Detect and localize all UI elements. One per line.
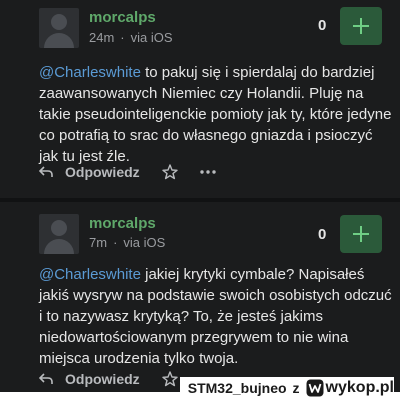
meta-separator: · <box>120 30 125 45</box>
watermark-author: STM32_bujneo <box>187 380 287 396</box>
avatar-placeholder-icon <box>51 14 67 30</box>
meta-separator: · <box>113 235 118 250</box>
upvote-button[interactable] <box>340 215 382 253</box>
comment-meta: 7m · via iOS <box>89 235 165 250</box>
avatar[interactable] <box>39 8 79 48</box>
comment-actions: Odpowiedz <box>39 164 216 180</box>
comment-time[interactable]: 24m <box>89 30 114 45</box>
wykop-logo: wykop.pl <box>306 379 394 397</box>
comment-body: @Charleswhite jakiej krytyki cymbale? Na… <box>39 264 394 369</box>
comment-source: via iOS <box>123 235 166 250</box>
watermark-via: z <box>292 380 300 396</box>
mention-link[interactable]: @Charleswhite <box>39 266 141 283</box>
wykop-logo-icon <box>306 379 324 397</box>
avatar-placeholder-icon <box>51 220 67 236</box>
comment-body: @Charleswhite to pakuj się i spierdalaj … <box>39 62 394 167</box>
comment-time[interactable]: 7m <box>89 235 107 250</box>
watermark-site: wykop.pl <box>325 379 394 396</box>
wykop-watermark: STM32_bujneo z wykop.pl <box>179 377 394 399</box>
comment-meta: 24m · via iOS <box>89 30 173 45</box>
star-icon[interactable] <box>161 371 178 387</box>
more-icon[interactable] <box>199 170 216 174</box>
reply-icon[interactable] <box>39 166 53 178</box>
reply-button[interactable]: Odpowiedz <box>65 164 140 180</box>
reply-icon[interactable] <box>39 373 53 385</box>
mention-link[interactable]: @Charleswhite <box>39 64 141 81</box>
vote-count: 0 <box>318 226 327 243</box>
vote-count: 0 <box>318 17 327 34</box>
avatar[interactable] <box>39 214 79 254</box>
comment-username[interactable]: morcalps <box>89 215 156 232</box>
comment-username[interactable]: morcalps <box>89 9 156 26</box>
comment: morcalps 24m · via iOS 0 @Charleswhite to … <box>0 0 400 198</box>
reply-button[interactable]: Odpowiedz <box>65 371 140 387</box>
star-icon[interactable] <box>161 164 178 180</box>
upvote-button[interactable] <box>340 7 382 45</box>
comment-source: via iOS <box>130 30 173 45</box>
plus-icon <box>353 18 369 34</box>
comment: morcalps 7m · via iOS 0 @Charleswhite jaki… <box>0 202 400 392</box>
plus-icon <box>353 226 369 242</box>
